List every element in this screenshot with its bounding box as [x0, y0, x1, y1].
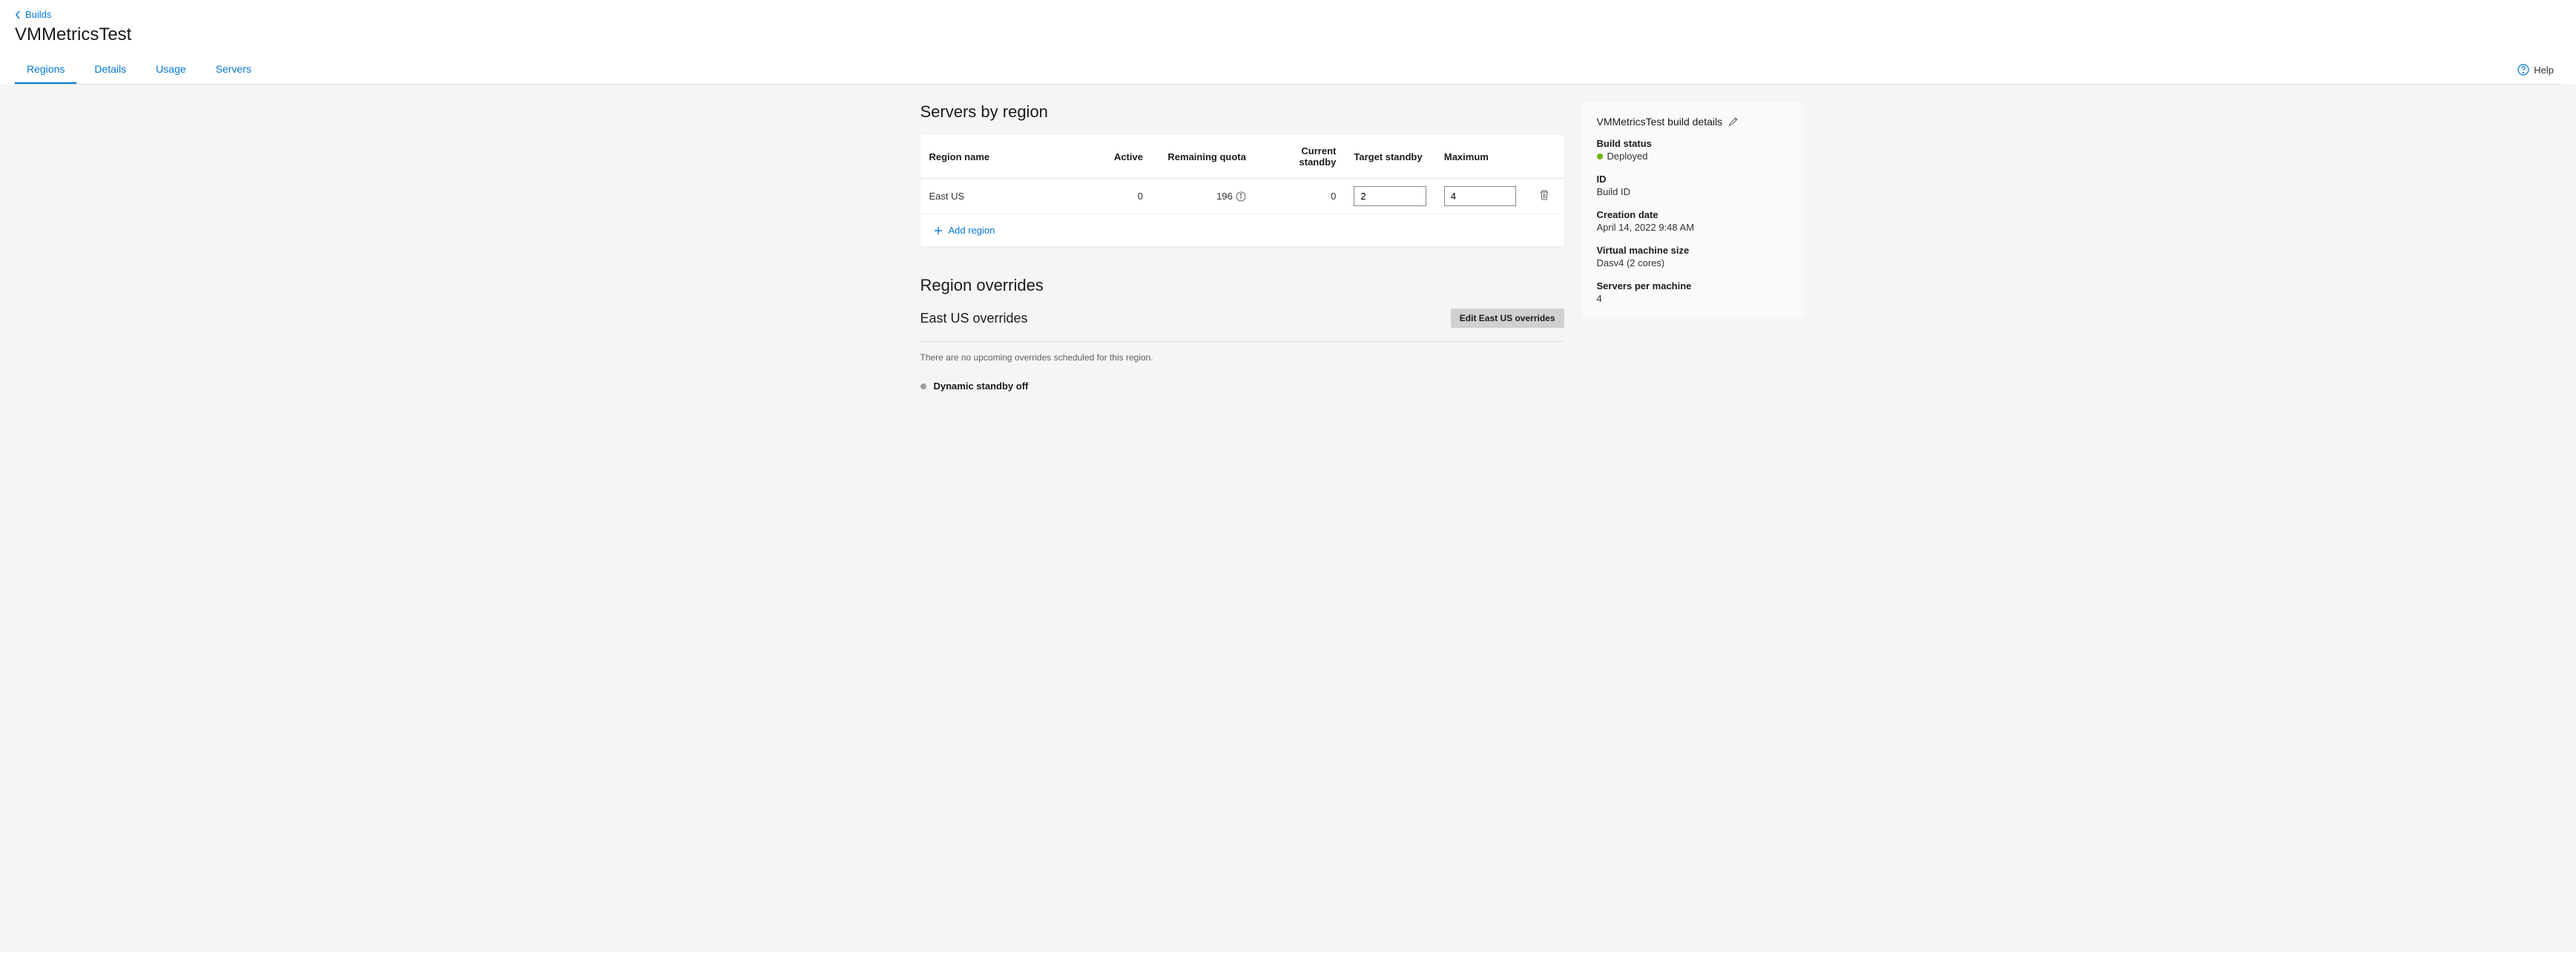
tab-details[interactable]: Details: [82, 56, 138, 84]
cell-active: 0: [1101, 179, 1152, 214]
col-current-standby: Current standby: [1255, 135, 1345, 179]
region-overrides-subtitle: East US overrides: [920, 311, 1028, 326]
id-value: Build ID: [1597, 186, 1790, 197]
table-row: East US 0 196 0: [920, 179, 1564, 214]
add-region-button[interactable]: Add region: [920, 214, 1564, 246]
vm-size-value: Dasv4 (2 cores): [1597, 257, 1790, 268]
creation-label: Creation date: [1597, 209, 1790, 220]
creation-value: April 14, 2022 9:48 AM: [1597, 222, 1790, 233]
breadcrumb-builds[interactable]: Builds: [15, 9, 51, 20]
help-link[interactable]: Help: [2517, 64, 2561, 76]
help-label: Help: [2534, 65, 2554, 76]
servers-per-value: 4: [1597, 293, 1790, 304]
build-details-title: VMMetricsTest build details: [1597, 116, 1723, 128]
overrides-empty-text: There are no upcoming overrides schedule…: [920, 352, 1564, 363]
help-icon: [2517, 64, 2529, 76]
status-dot-green: [1597, 154, 1603, 159]
cell-current-standby: 0: [1255, 179, 1345, 214]
col-maximum: Maximum: [1435, 135, 1526, 179]
status-dot-gray: [920, 383, 926, 389]
servers-by-region-title: Servers by region: [920, 102, 1564, 122]
pencil-icon[interactable]: [1728, 116, 1739, 127]
cell-region-name: East US: [920, 179, 1101, 214]
col-remaining-quota: Remaining quota: [1152, 135, 1255, 179]
dynamic-standby-status: Dynamic standby off: [920, 380, 1564, 392]
region-table: Region name Active Remaining quota Curre…: [920, 135, 1564, 214]
edit-overrides-button[interactable]: Edit East US overrides: [1451, 309, 1564, 328]
tab-usage[interactable]: Usage: [144, 56, 197, 84]
tab-servers[interactable]: Servers: [204, 56, 263, 84]
tab-regions[interactable]: Regions: [15, 56, 76, 84]
build-details-card: VMMetricsTest build details Build status…: [1582, 102, 1805, 317]
info-icon[interactable]: [1236, 191, 1246, 202]
col-target-standby: Target standby: [1345, 135, 1435, 179]
maximum-input[interactable]: [1444, 186, 1517, 206]
status-label: Build status: [1597, 138, 1790, 149]
delete-icon[interactable]: [1538, 189, 1550, 201]
vm-size-label: Virtual machine size: [1597, 245, 1790, 256]
servers-by-region-card: Region name Active Remaining quota Curre…: [920, 135, 1564, 246]
cell-target-standby: [1345, 179, 1435, 214]
col-active: Active: [1101, 135, 1152, 179]
add-region-label: Add region: [949, 225, 995, 236]
plus-icon: [934, 226, 943, 235]
servers-per-label: Servers per machine: [1597, 280, 1790, 291]
chevron-left-icon: [15, 10, 21, 19]
page-title: VMMetricsTest: [15, 24, 2561, 45]
region-overrides-title: Region overrides: [920, 276, 1564, 295]
cell-remaining-quota: 196: [1152, 179, 1255, 214]
status-value: Deployed: [1607, 151, 1648, 162]
breadcrumb-label: Builds: [25, 9, 51, 20]
divider: [920, 341, 1564, 342]
target-standby-input[interactable]: [1354, 186, 1426, 206]
col-region-name: Region name: [920, 135, 1101, 179]
cell-maximum: [1435, 179, 1526, 214]
id-label: ID: [1597, 174, 1790, 185]
